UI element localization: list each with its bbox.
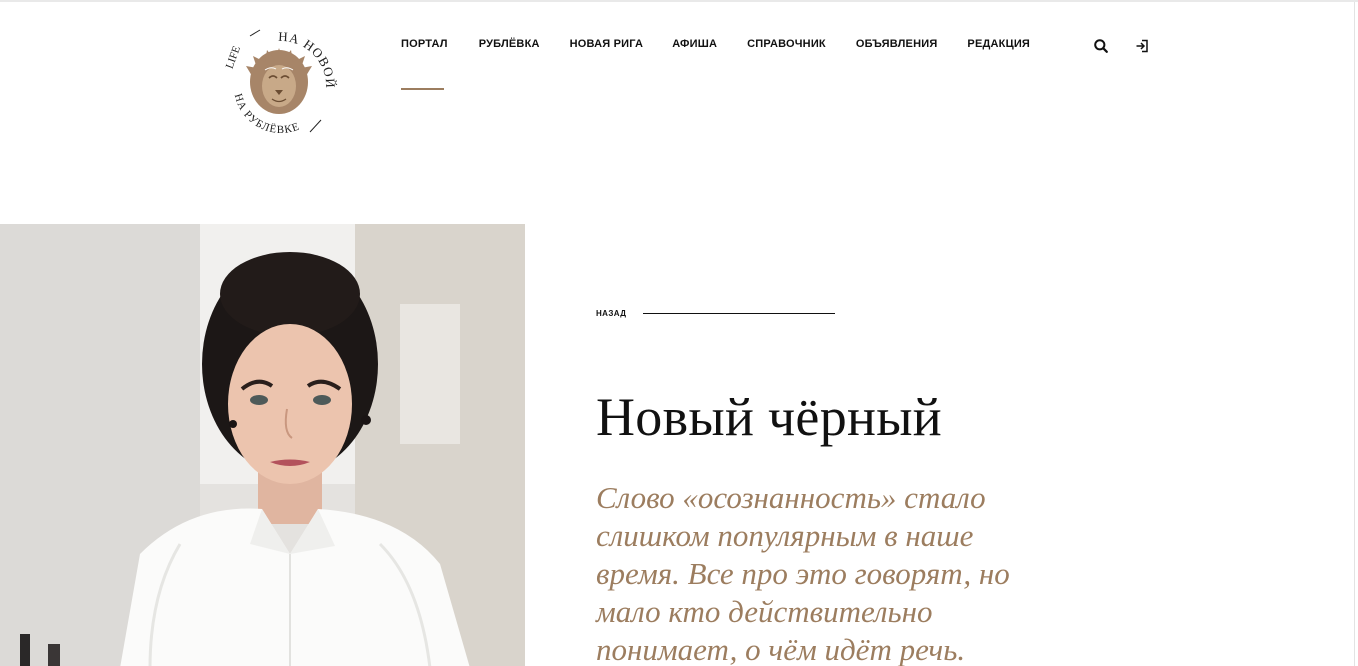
login-button[interactable] bbox=[1134, 38, 1150, 54]
search-icon bbox=[1094, 39, 1108, 53]
site-logo[interactable]: НА НОВОЙ РИГЕ НА РУБЛЁВКЕ LIFE bbox=[214, 16, 344, 146]
nav-item-spravochnik[interactable]: СПРАВОЧНИК bbox=[747, 38, 826, 50]
nav-item-redaktsiya[interactable]: РЕДАКЦИЯ bbox=[967, 38, 1030, 50]
nav-item-obyavleniya[interactable]: ОБЪЯВЛЕНИЯ bbox=[856, 38, 938, 50]
nav-item-portal[interactable]: ПОРТАЛ bbox=[401, 38, 448, 50]
back-link[interactable]: НАЗАД bbox=[596, 309, 836, 318]
back-link-line bbox=[643, 313, 836, 314]
search-button[interactable] bbox=[1093, 38, 1109, 54]
main-nav: ПОРТАЛ РУБЛЁВКА НОВАЯ РИГА АФИША СПРАВОЧ… bbox=[401, 38, 1030, 50]
logo-side-text: LIFE bbox=[224, 44, 243, 70]
back-link-label: НАЗАД bbox=[596, 309, 627, 318]
login-icon bbox=[1136, 39, 1148, 53]
nav-item-novaya-riga[interactable]: НОВАЯ РИГА bbox=[570, 38, 644, 50]
article-hero-image bbox=[0, 224, 525, 666]
page-edge-divider bbox=[1354, 2, 1355, 666]
page: НА НОВОЙ РИГЕ НА РУБЛЁВКЕ LIFE ПОРТАЛ bbox=[0, 0, 1358, 666]
nav-item-afisha[interactable]: АФИША bbox=[672, 38, 717, 50]
nav-item-rublevka[interactable]: РУБЛЁВКА bbox=[479, 38, 540, 50]
article-title: Новый чёрный bbox=[596, 387, 942, 447]
article-lead: Слово «осознанность» стало слишком попул… bbox=[596, 480, 1010, 666]
lion-emblem-icon: НА НОВОЙ РИГЕ НА РУБЛЁВКЕ LIFE bbox=[214, 16, 337, 136]
nav-active-indicator bbox=[401, 88, 444, 90]
